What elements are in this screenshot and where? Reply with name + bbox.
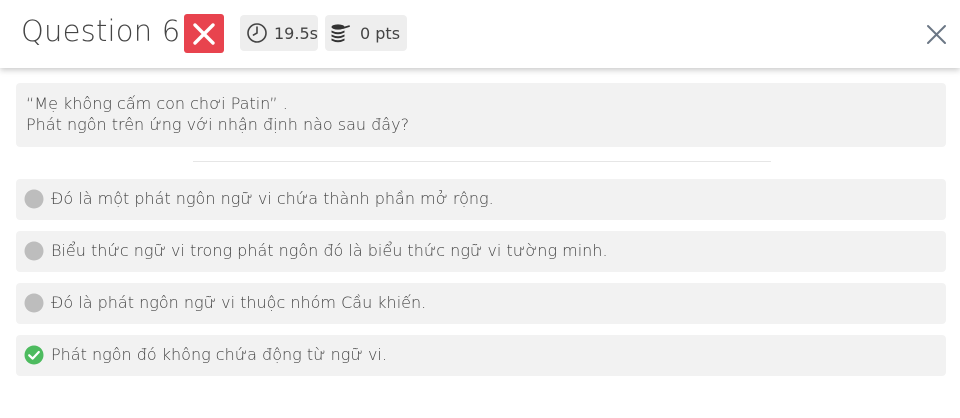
answer-text: Biểu thức ngữ vi trong phát ngôn đó là b…	[51, 241, 608, 260]
wrong-x-icon	[184, 14, 224, 53]
answer-text: Đó là phát ngôn ngữ vi thuộc nhóm Cầu kh…	[51, 293, 427, 312]
answer-text: Phát ngôn đó không chứa động từ ngữ vi.	[51, 345, 387, 364]
question-line-2: Phát ngôn trên ứng với nhận định nào sau…	[26, 115, 410, 134]
timer-pill: 19.5s	[240, 15, 318, 51]
answer-option-3[interactable]: Đó là phát ngôn ngữ vi thuộc nhóm Cầu kh…	[16, 283, 946, 324]
grey-circle-icon	[24, 241, 44, 261]
question-title: Question 6	[21, 14, 181, 48]
quiz-content: “Mẹ không cấm con chơi Patin” . Phát ngô…	[0, 68, 960, 418]
question-line-1: “Mẹ không cấm con chơi Patin” .	[26, 94, 288, 113]
answer-option-1[interactable]: Đó là một phát ngôn ngữ vi chứa thành ph…	[16, 179, 946, 220]
points-pill: 0 pts	[325, 15, 407, 51]
points-value: 0 pts	[360, 24, 401, 43]
close-icon[interactable]	[920, 18, 952, 50]
close-button[interactable]	[920, 18, 952, 50]
question-header: Question 6 19.5s 0 pts	[0, 0, 960, 68]
divider	[193, 161, 771, 162]
timer-value: 19.5s	[274, 24, 318, 43]
answer-text: Đó là một phát ngôn ngữ vi chứa thành ph…	[51, 189, 494, 208]
coins-icon	[331, 24, 350, 43]
question-text-box: “Mẹ không cấm con chơi Patin” . Phát ngô…	[16, 83, 946, 147]
green-check-circle-icon	[24, 345, 44, 365]
grey-circle-icon	[24, 293, 44, 313]
grey-circle-icon	[24, 189, 44, 209]
clock-icon	[247, 23, 267, 43]
answer-option-4[interactable]: Phát ngôn đó không chứa động từ ngữ vi.	[16, 335, 946, 376]
answer-option-2[interactable]: Biểu thức ngữ vi trong phát ngôn đó là b…	[16, 231, 946, 272]
